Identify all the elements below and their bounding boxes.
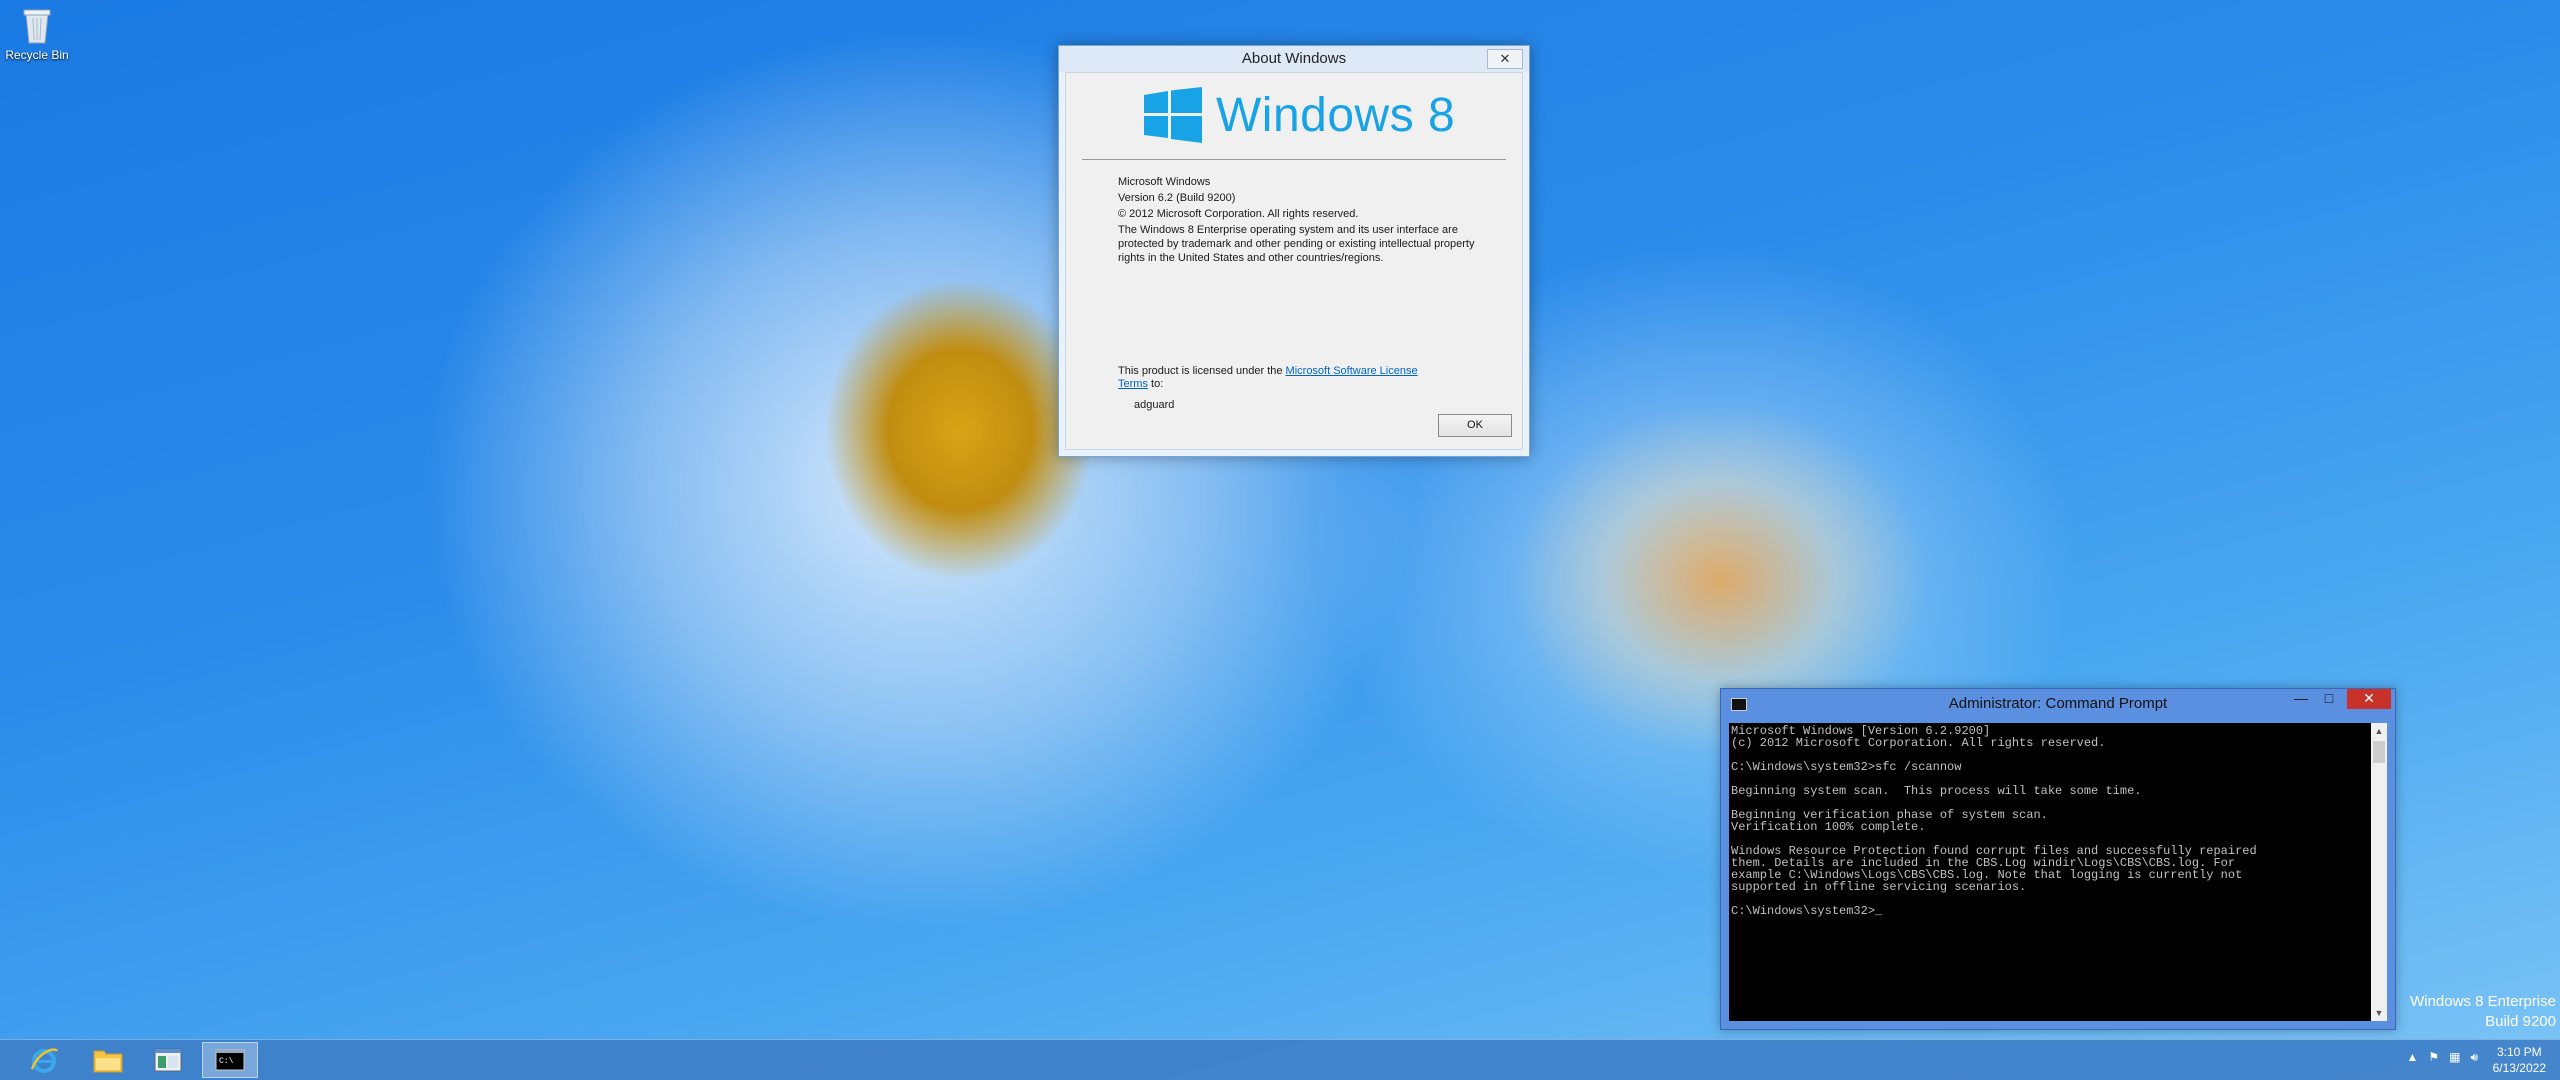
license-notice: This product is licensed under the Micro… [1118,365,1438,391]
taskbar-internet-explorer[interactable] [16,1042,72,1078]
clock-time: 3:10 PM [2496,1045,2542,1059]
dialog-content: Windows 8 Microsoft Windows Version 6.2 … [1065,72,1523,450]
edition-watermark: Windows 8 Enterprise Build 9200 [2410,992,2556,1032]
scroll-down-icon[interactable]: ▼ [2371,1005,2387,1021]
volume-icon[interactable]: 🔊︎ [2470,1050,2478,1065]
window-app-icon [154,1048,182,1072]
taskbar-command-prompt[interactable]: C:\ [202,1042,258,1078]
network-icon[interactable]: ▦ [2449,1050,2460,1065]
action-center-flag-icon[interactable]: ⚑ [2428,1050,2439,1065]
recycle-bin-shortcut[interactable]: Recycle Bin [4,6,70,62]
license-prefix: This product is licensed under the [1118,365,1283,377]
system-tray: ▲ ⚑ ▦ 🔊︎ [2406,1050,2478,1065]
divider [1082,159,1506,160]
license-suffix: to: [1151,378,1164,390]
edition-text: Windows 8 Enterprise [2410,993,2556,1010]
command-prompt-icon: C:\ [215,1049,245,1071]
build-text: Build 9200 [2485,1013,2556,1030]
version-text: Version 6.2 (Build 9200) [1118,192,1236,204]
command-prompt-window: Administrator: Command Prompt — □ ✕ Micr… [1720,688,2396,1030]
dialog-titlebar[interactable]: About Windows ✕ [1059,46,1529,72]
folder-icon [93,1050,123,1073]
windows-logo-banner: Windows 8 [1144,87,1455,143]
taskbar-control-panel[interactable] [140,1042,196,1078]
clock-date: 6/13/2022 [2492,1061,2546,1075]
internet-explorer-icon [30,1048,59,1073]
licensed-user: adguard [1134,399,1175,411]
cmd-titlebar[interactable]: Administrator: Command Prompt — □ ✕ [1721,689,2395,719]
recycle-bin-label: Recycle Bin [5,48,69,62]
windows-logo-text: Windows 8 [1216,88,1456,142]
clock[interactable]: 3:10 PM 6/13/2022 [2493,1044,2546,1076]
about-windows-dialog: About Windows ✕ Windows 8 Microsoft Wind… [1058,45,1530,457]
maximize-button[interactable]: □ [2315,689,2343,709]
dialog-title: About Windows [1241,50,1347,67]
scroll-up-icon[interactable]: ▲ [2371,723,2387,739]
windows-logo-icon [1144,87,1202,143]
taskbar-file-explorer[interactable] [80,1042,136,1078]
product-name: Microsoft Windows [1118,176,1211,188]
version-info: Microsoft Windows Version 6.2 (Build 920… [1118,175,1478,267]
console-output[interactable]: Microsoft Windows [Version 6.2.9200] (c)… [1729,723,2371,1021]
close-button[interactable]: ✕ [2347,689,2391,709]
copyright-text: © 2012 Microsoft Corporation. All rights… [1118,208,1359,220]
ok-button[interactable]: OK [1438,414,1512,437]
minimize-button[interactable]: — [2287,689,2315,709]
vertical-scrollbar[interactable]: ▲ ▼ [2371,723,2387,1021]
recycle-bin-icon [22,6,52,44]
trademark-text: The Windows 8 Enterprise operating syste… [1118,224,1475,264]
show-hidden-icons-icon[interactable]: ▲ [2406,1050,2418,1065]
taskbar: C:\ ▲ ⚑ ▦ 🔊︎ 3:10 PM 6/13/2022 [0,1039,2560,1080]
svg-text:C:\: C:\ [219,1057,234,1066]
scroll-thumb[interactable] [2373,741,2385,763]
dialog-close-button[interactable]: ✕ [1487,49,1523,69]
